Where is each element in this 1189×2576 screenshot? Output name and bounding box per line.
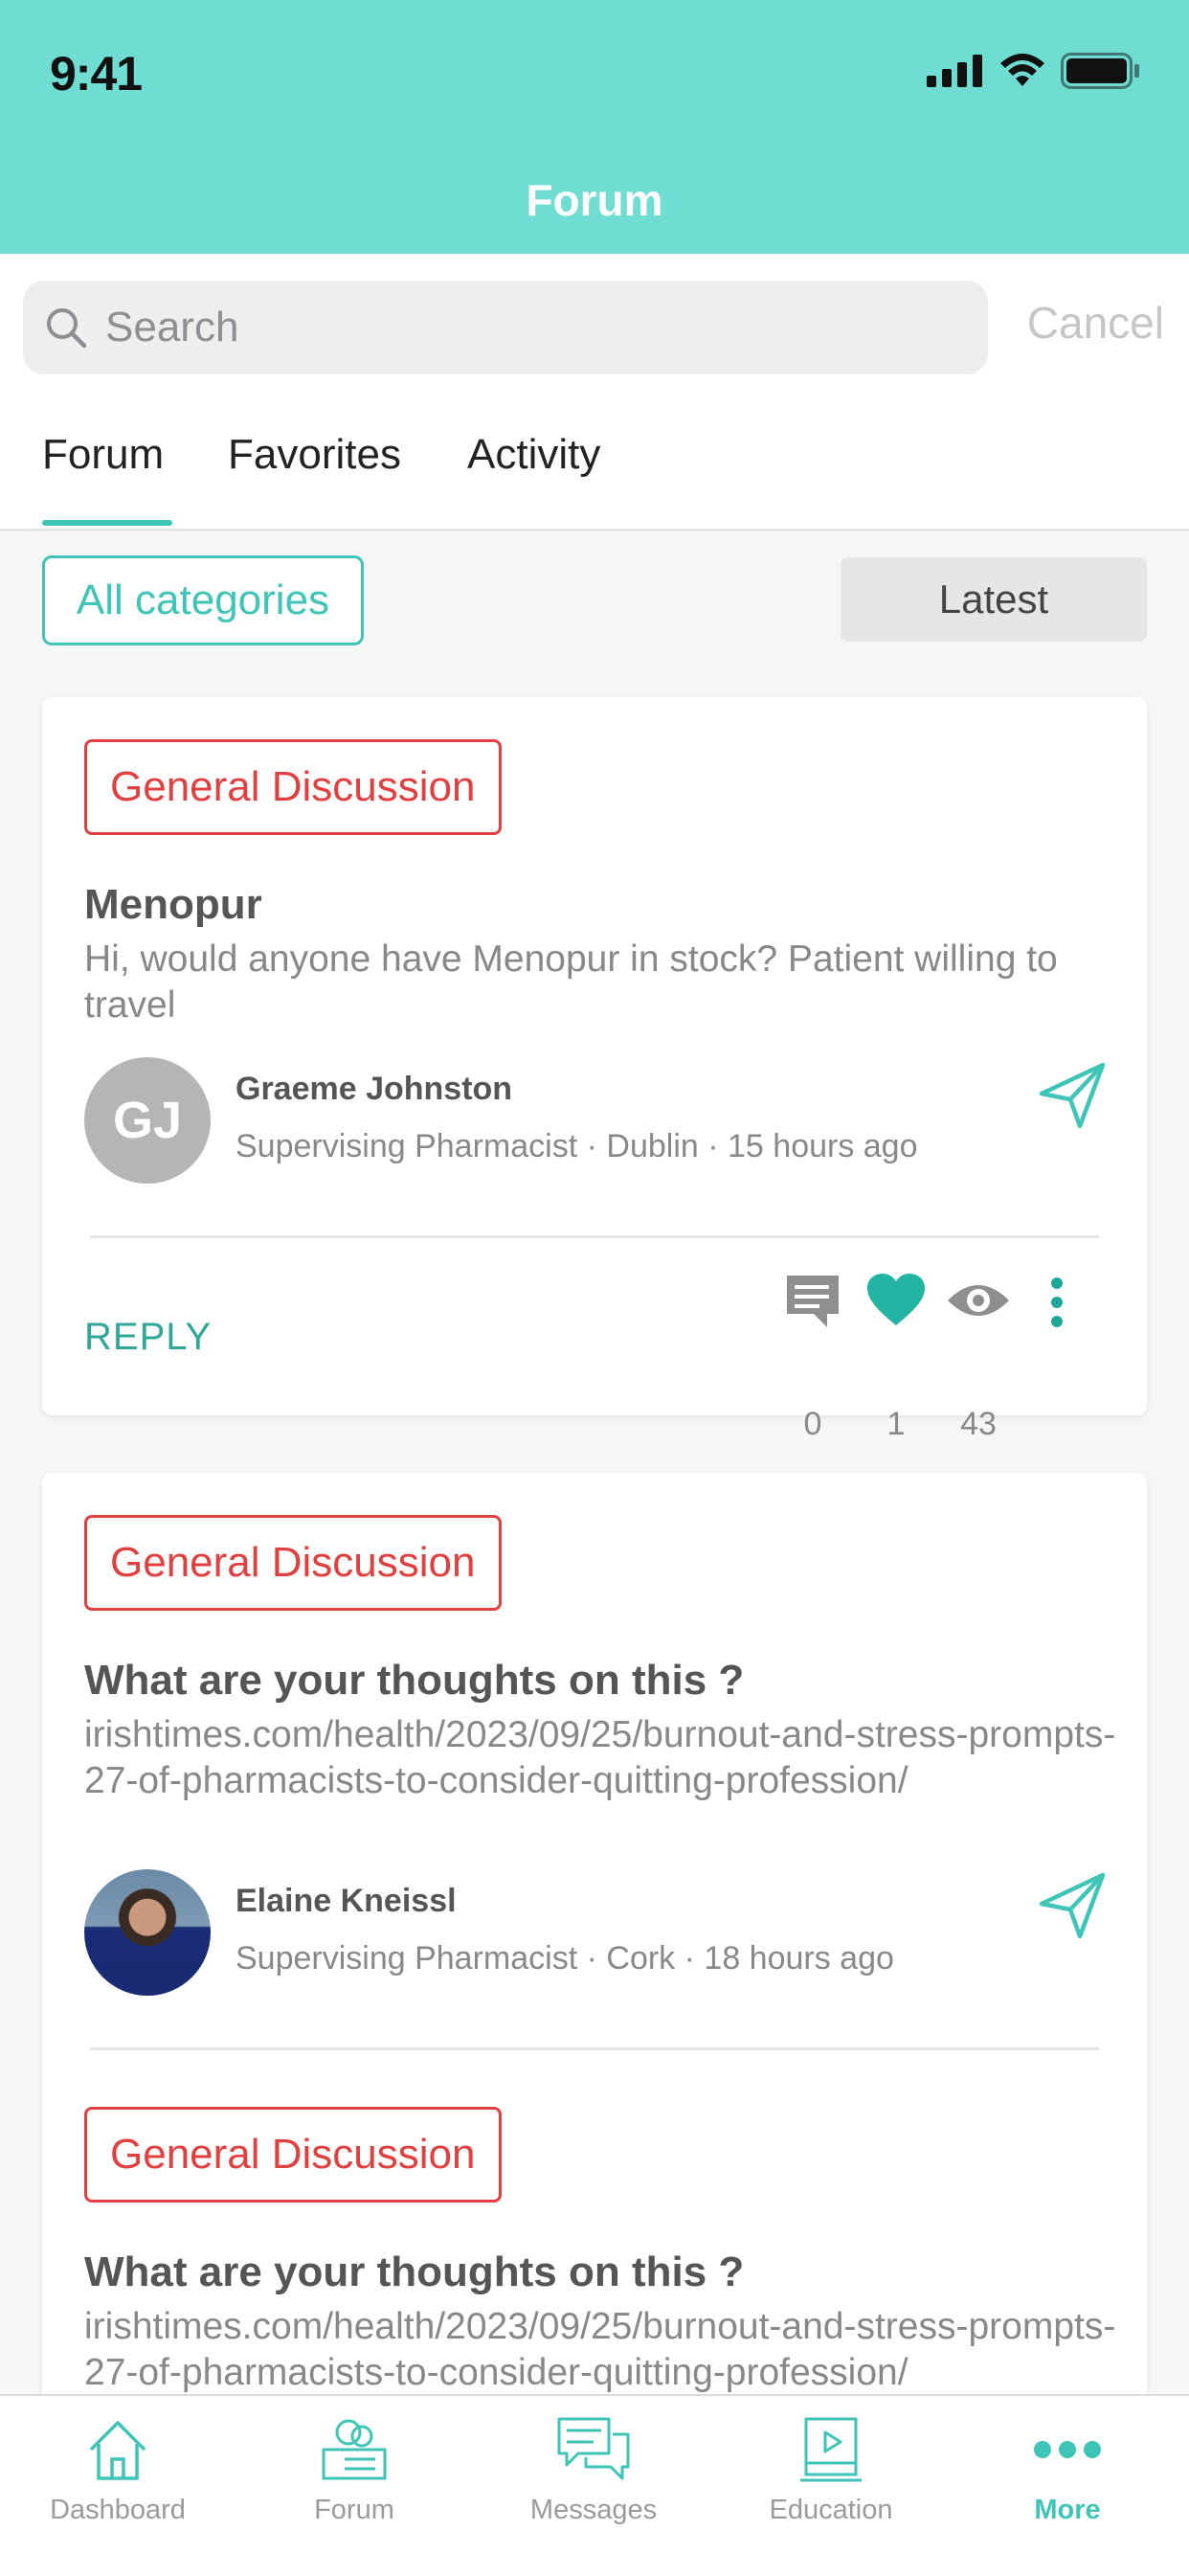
tabbar-label: More (1034, 2495, 1101, 2525)
tabbar-label: Forum (314, 2495, 394, 2525)
tabbar-item-more[interactable]: More (953, 2415, 1182, 2526)
author-location: Cork (606, 1940, 676, 1977)
post-title[interactable]: What are your thoughts on this ? (84, 1657, 744, 1705)
meta-separator-dot: · (707, 1128, 729, 1164)
post-body: Hi, would anyone have Menopur in stock? … (84, 938, 1058, 1026)
tab-favorites[interactable]: Favorites (228, 431, 401, 479)
tab-forum[interactable]: Forum (42, 431, 164, 479)
author-name[interactable]: Graeme Johnston (236, 1071, 512, 1108)
wifi-icon (1000, 54, 1044, 86)
send-icon[interactable] (1036, 1059, 1109, 1132)
tabbar-label: Dashboard (50, 2495, 186, 2525)
status-time: 9:41 (50, 47, 143, 101)
sort-button[interactable]: Latest (841, 557, 1147, 642)
search-input[interactable]: Search (23, 281, 988, 374)
avatar-initials: GJ (112, 1092, 183, 1149)
author-name[interactable]: Elaine Kneissl (236, 1883, 457, 1920)
post-meta: Supervising Pharmacist · Dublin · 15 hou… (236, 1128, 918, 1165)
active-tab-indicator (42, 520, 172, 526)
category-tag[interactable]: General Discussion (84, 2107, 502, 2203)
page-title: Forum (526, 175, 663, 225)
send-icon[interactable] (1036, 1869, 1109, 1942)
signal-icon (927, 55, 982, 87)
nav-bar: Forum (0, 147, 1189, 254)
category-tag[interactable]: General Discussion (84, 739, 502, 835)
view-count: 43 (960, 1406, 997, 1442)
tabbar-item-messages[interactable]: Messages (479, 2415, 708, 2526)
search-placeholder: Search (105, 304, 239, 350)
avatar[interactable] (84, 1869, 211, 1996)
comment-count: 0 (803, 1406, 822, 1442)
post-time: 15 hours ago (728, 1128, 918, 1164)
cancel-button[interactable]: Cancel (1027, 297, 1164, 349)
meta-separator-dot: · (684, 1940, 705, 1977)
education-icon (800, 2417, 862, 2482)
eye-icon (948, 1285, 1009, 1316)
status-bar: 9:41 (0, 0, 1189, 147)
meta-separator-dot: · (586, 1940, 607, 1977)
search-icon (47, 308, 87, 349)
tab-activity[interactable]: Activity (467, 431, 600, 479)
tabbar-item-dashboard[interactable]: Dashboard (3, 2415, 233, 2526)
card-divider (90, 1235, 1099, 1238)
category-filter-button[interactable]: All categories (42, 555, 364, 645)
more-icon (1034, 2441, 1101, 2458)
tabbar-item-forum[interactable]: Forum (239, 2415, 469, 2526)
category-tag[interactable]: General Discussion (84, 1515, 502, 1611)
house-icon (89, 2421, 146, 2480)
post-title[interactable]: What are your thoughts on this ? (84, 2248, 744, 2296)
search-row: Search Cancel (0, 254, 1189, 378)
battery-icon (1061, 53, 1139, 89)
tabbar-label: Education (769, 2495, 893, 2525)
author-role: Supervising Pharmacist (236, 1940, 578, 1977)
card-divider (90, 2047, 1099, 2050)
post-body[interactable]: irishtimes.com/health/2023/09/25/burnout… (84, 2304, 1118, 2394)
filter-bar: All categories Latest (0, 532, 1189, 661)
post-meta: Supervising Pharmacist · Cork · 18 hours… (236, 1940, 894, 1977)
tabbar-label: Messages (529, 2495, 658, 2525)
post-feed[interactable]: General Discussion Menopur Hi, would any… (0, 661, 1189, 2394)
reply-button[interactable]: REPLY (84, 1316, 212, 1359)
author-role: Supervising Pharmacist (236, 1128, 578, 1164)
meta-separator-dot: · (586, 1128, 607, 1164)
tabbar-item-education[interactable]: Education (716, 2415, 946, 2526)
messages-icon (557, 2417, 630, 2480)
more-options-icon[interactable] (1049, 1276, 1065, 1329)
segment-tabs: Forum Favorites Activity (0, 383, 1189, 531)
avatar[interactable]: GJ (84, 1057, 211, 1184)
bottom-tab-bar: Dashboard Forum Messages Education More (0, 2394, 1189, 2576)
post-card[interactable]: General Discussion What are your thought… (42, 1473, 1147, 2394)
comment-icon[interactable] (783, 1272, 842, 1331)
heart-icon[interactable] (865, 1272, 927, 1329)
post-body[interactable]: irishtimes.com/health/2023/09/25/burnout… (84, 1712, 1118, 1804)
post-card[interactable]: General Discussion Menopur Hi, would any… (42, 697, 1147, 1442)
like-count: 1 (886, 1406, 906, 1442)
author-location: Dublin (606, 1128, 699, 1164)
post-time: 18 hours ago (704, 1940, 894, 1977)
forum-icon (322, 2419, 387, 2480)
status-icons (927, 53, 1141, 89)
post-title[interactable]: Menopur (84, 881, 262, 929)
